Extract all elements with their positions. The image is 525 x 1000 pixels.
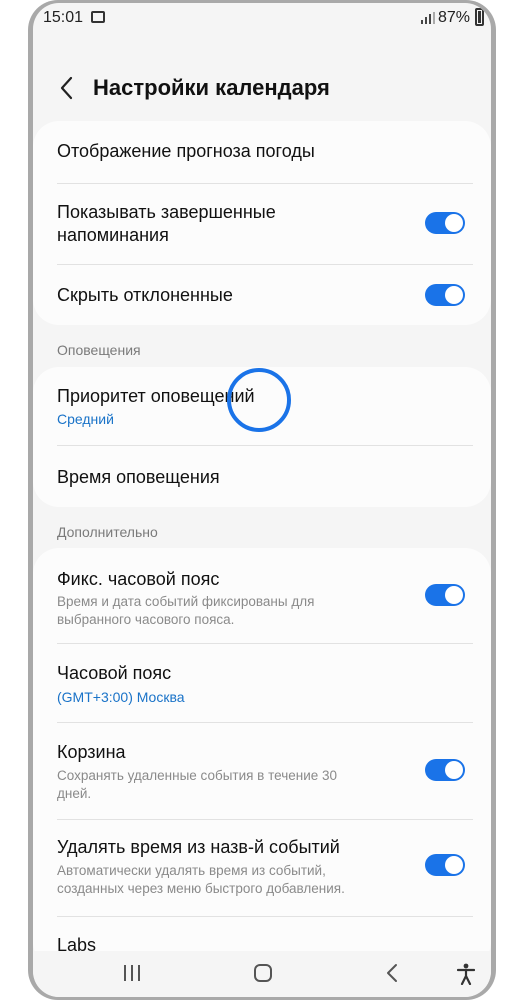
trash-label: Корзина xyxy=(57,742,126,762)
signal-icon xyxy=(421,12,435,24)
advanced-section-title: Дополнительно xyxy=(57,524,158,540)
timezone-value: (GMT+3:00) Москва xyxy=(57,689,185,705)
battery-percent: 87% xyxy=(438,9,471,26)
fixed-timezone-label: Фикс. часовой пояс xyxy=(57,569,220,589)
remove-time-description: Автоматически удалять время из событий, … xyxy=(57,863,345,896)
navigation-bar xyxy=(33,951,491,997)
remove-time-toggle[interactable] xyxy=(425,854,465,876)
fixed-timezone-description: Время и дата событий фиксированы для выб… xyxy=(57,594,315,627)
trash-toggle[interactable] xyxy=(425,759,465,781)
timezone-label: Часовой пояс xyxy=(57,663,172,683)
accessibility-icon[interactable] xyxy=(457,963,475,985)
timezone-row[interactable]: Часовой пояс (GMT+3:00) Москва xyxy=(33,644,491,722)
tap-indicator xyxy=(227,368,291,432)
toggle-knob xyxy=(445,214,463,232)
notification-time-label: Время оповещения xyxy=(57,467,220,487)
remove-time-label: Удалять время из назв-й событий xyxy=(57,837,340,857)
remove-time-row[interactable]: Удалять время из назв-й событий Автомати… xyxy=(33,820,491,916)
home-icon[interactable] xyxy=(253,963,273,983)
notifications-section-title: Оповещения xyxy=(57,342,141,358)
hide-declined-row[interactable]: Скрыть отклоненные xyxy=(33,265,491,325)
back-icon[interactable] xyxy=(385,963,399,983)
battery-icon xyxy=(475,8,484,26)
advanced-card: Фикс. часовой пояс Время и дата событий … xyxy=(33,548,491,968)
hide-declined-label: Скрыть отклоненные xyxy=(57,285,233,305)
toggle-knob xyxy=(445,286,463,304)
notification-priority-label: Приоритет оповещений xyxy=(57,386,255,406)
toggle-knob xyxy=(445,856,463,874)
display-settings-card: Отображение прогноза погоды Показывать з… xyxy=(33,121,491,325)
chevron-left-icon[interactable] xyxy=(55,73,79,103)
completed-reminders-row[interactable]: Показывать завершенные напоминания xyxy=(33,184,491,264)
weather-forecast-label: Отображение прогноза погоды xyxy=(57,141,315,161)
page-title: Настройки календаря xyxy=(93,75,330,100)
completed-reminders-toggle[interactable] xyxy=(425,212,465,234)
gallery-icon xyxy=(91,11,105,23)
toggle-knob xyxy=(445,586,463,604)
hide-declined-toggle[interactable] xyxy=(425,284,465,306)
notification-time-row[interactable]: Время оповещения xyxy=(33,446,491,507)
fixed-timezone-row[interactable]: Фикс. часовой пояс Время и дата событий … xyxy=(33,548,491,643)
screen: 15:01 87% Настройки календаря Отображени… xyxy=(33,3,491,997)
toggle-knob xyxy=(445,761,463,779)
weather-forecast-row[interactable]: Отображение прогноза погоды xyxy=(33,121,491,183)
trash-description: Сохранять удаленные события в течение 30… xyxy=(57,768,338,801)
completed-reminders-label: Показывать завершенные напоминания xyxy=(57,202,276,245)
recent-apps-icon[interactable] xyxy=(123,963,141,983)
notification-priority-value: Средний xyxy=(57,411,114,427)
trash-row[interactable]: Корзина Сохранять удаленные события в те… xyxy=(33,723,491,819)
status-bar: 15:01 87% xyxy=(33,3,491,33)
header: Настройки календаря xyxy=(33,63,491,113)
status-time: 15:01 xyxy=(43,9,84,26)
fixed-timezone-toggle[interactable] xyxy=(425,584,465,606)
